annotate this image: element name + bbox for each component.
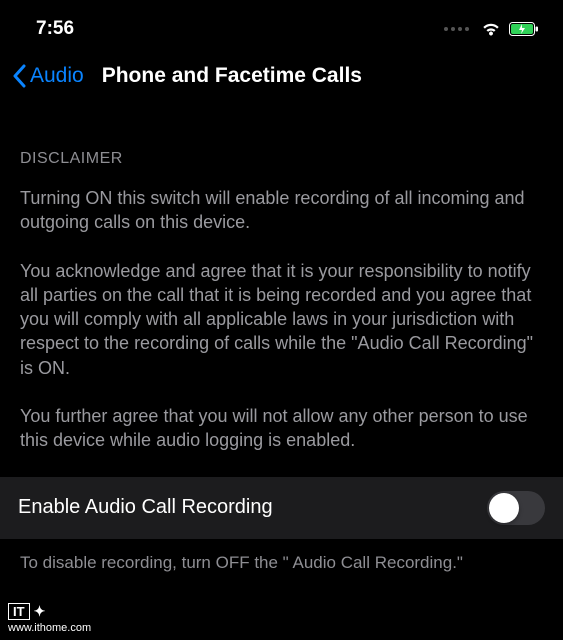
chevron-left-icon xyxy=(12,64,26,88)
disclaimer-p1: Turning ON this switch will enable recor… xyxy=(20,186,543,235)
enable-recording-row: Enable Audio Call Recording xyxy=(0,477,563,539)
toggle-knob xyxy=(489,493,519,523)
wifi-icon xyxy=(480,21,502,37)
enable-recording-toggle[interactable] xyxy=(487,491,545,525)
watermark-logo-text: IT xyxy=(8,603,30,620)
back-label: Audio xyxy=(30,64,84,88)
watermark-url: www.ithome.com xyxy=(8,622,91,634)
back-button[interactable]: Audio xyxy=(12,64,84,88)
cellular-dots-icon xyxy=(444,27,469,31)
content-area: DISCLAIMER Turning ON this switch will e… xyxy=(0,106,563,453)
status-icons xyxy=(444,21,539,37)
watermark: IT ✦ www.ithome.com xyxy=(8,603,91,634)
enable-recording-label: Enable Audio Call Recording xyxy=(18,496,273,519)
status-bar: 7:56 xyxy=(0,0,563,56)
battery-icon xyxy=(509,22,539,37)
status-time: 7:56 xyxy=(36,18,74,40)
nav-bar: Audio Phone and Facetime Calls xyxy=(0,56,563,106)
page-title: Phone and Facetime Calls xyxy=(102,64,362,88)
footer-hint: To disable recording, turn OFF the " Aud… xyxy=(0,539,563,573)
disclaimer-p3: You further agree that you will not allo… xyxy=(20,404,543,453)
disclaimer-header: DISCLAIMER xyxy=(20,150,543,168)
disclaimer-p2: You acknowledge and agree that it is you… xyxy=(20,259,543,380)
watermark-deco-icon: ✦ xyxy=(34,603,46,620)
